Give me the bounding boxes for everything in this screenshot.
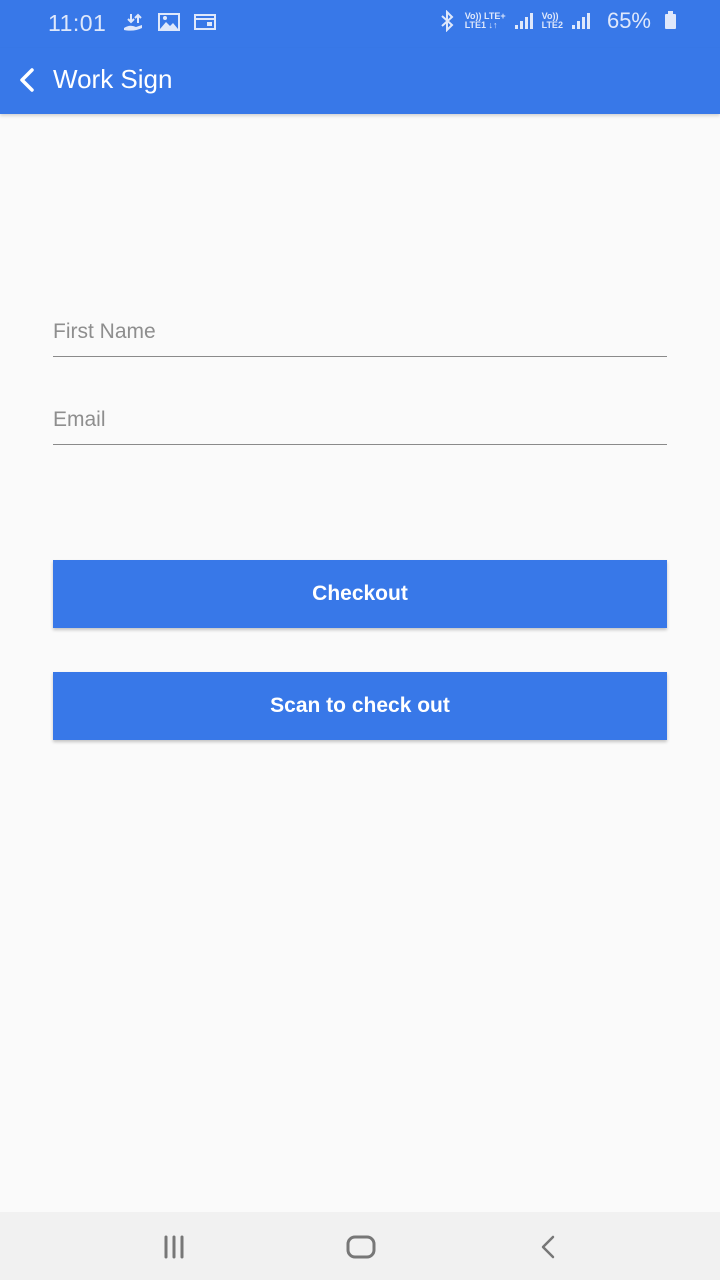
app-bar: Work Sign <box>0 48 720 114</box>
email-input[interactable] <box>53 396 667 444</box>
back-button[interactable] <box>12 64 44 96</box>
scan-to-check-out-button[interactable]: Scan to check out <box>53 672 667 740</box>
nav-back-button[interactable] <box>529 1232 569 1262</box>
first-name-input[interactable] <box>53 308 667 356</box>
battery-percent: 65% <box>606 8 651 33</box>
home-icon <box>346 1235 376 1259</box>
card-icon <box>194 14 216 30</box>
page-title: Work Sign <box>53 64 173 94</box>
system-indicators: Vo)) LTE+ LTE1 ↓↑ Vo)) LTE2 65% <box>437 8 676 34</box>
first-name-field[interactable] <box>53 308 667 357</box>
sim1-bottom-label: LTE1 ↓↑ <box>464 20 498 30</box>
signal-strength-icon-2 <box>571 13 590 29</box>
home-button[interactable] <box>341 1232 381 1262</box>
email-field[interactable] <box>53 396 667 445</box>
status-bar: 11:01 Vo)) LTE+ LTE1 ↓↑ Vo)) LTE2 65% <box>0 0 720 48</box>
sim1-indicator: Vo)) LTE+ LTE1 ↓↑ <box>465 12 506 30</box>
battery-icon <box>665 10 676 29</box>
sim2-bottom-label: LTE2 <box>541 20 563 30</box>
checkout-button[interactable]: Checkout <box>53 560 667 628</box>
sim2-indicator: Vo)) LTE2 <box>542 12 563 30</box>
notification-icons <box>122 12 216 32</box>
signal-strength-icon-1 <box>514 13 533 29</box>
image-icon <box>158 13 180 31</box>
status-time: 11:01 <box>48 10 107 36</box>
back-icon <box>541 1235 555 1259</box>
system-nav-bar <box>0 1212 720 1280</box>
chevron-left-icon <box>20 68 34 92</box>
recents-button[interactable] <box>154 1232 194 1262</box>
recents-icon <box>164 1235 184 1259</box>
data-transfer-icon <box>124 13 142 31</box>
bluetooth-icon <box>441 10 454 32</box>
